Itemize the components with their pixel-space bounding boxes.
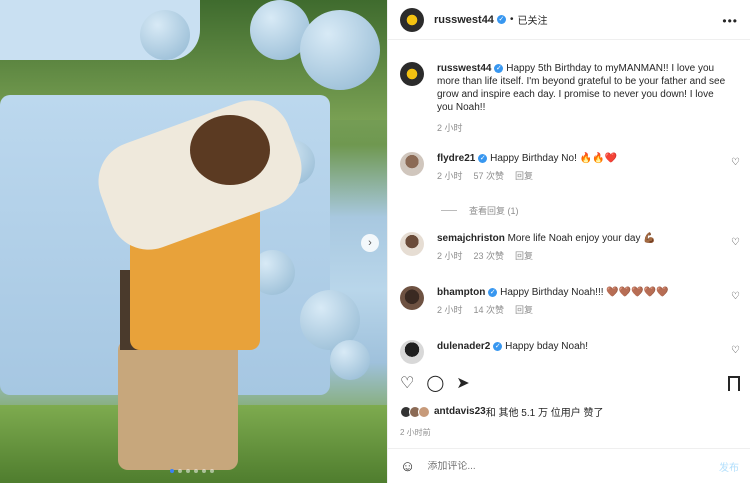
comment-text: More life Noah enjoy your day 💪🏾: [507, 233, 656, 244]
comment-text: Happy Birthday Noah!!! 🤎🤎🤎🤎🤎: [500, 287, 669, 298]
liker-avatars[interactable]: [400, 405, 430, 418]
comment-item: bhampton ✓ Happy Birthday Noah!!! 🤎🤎🤎🤎🤎 2…: [400, 286, 740, 326]
balloon: [140, 10, 190, 60]
comment-time[interactable]: 2 小时: [437, 304, 463, 317]
more-icon[interactable]: •••: [722, 14, 738, 28]
comment-body: semajchriston More life Noah enjoy your …: [437, 232, 727, 263]
comment-username[interactable]: flydre21: [437, 153, 475, 164]
carousel-dot: [178, 469, 182, 473]
balloon: [330, 340, 370, 380]
comment-item: dulenader2 ✓ Happy bday Noah! ♡: [400, 340, 740, 364]
post-button[interactable]: 发布: [719, 459, 739, 474]
comment-text: Happy Birthday No! 🔥🔥❤️: [490, 153, 617, 164]
avatar[interactable]: [400, 152, 424, 176]
post-actions: ♡ ◯ ➤: [400, 374, 740, 394]
carousel-next-button[interactable]: ›: [361, 234, 379, 252]
header-username[interactable]: russwest44: [434, 14, 494, 26]
heart-icon[interactable]: ♡: [731, 237, 740, 248]
liker-username[interactable]: antdavis23: [434, 406, 486, 417]
carousel-dot: [194, 469, 198, 473]
caption-body: russwest44 ✓ Happy 5th Birthday to myMANM…: [437, 62, 727, 135]
heart-icon[interactable]: ♡: [731, 157, 740, 168]
comment-icon[interactable]: ◯: [426, 376, 444, 392]
comment-text: Happy bday Noah!: [505, 341, 588, 352]
likes-text[interactable]: 和 其他 5.1 万 位用户 赞了: [486, 404, 604, 419]
share-icon[interactable]: ➤: [456, 376, 469, 392]
carousel-dot: [202, 469, 206, 473]
post-photo[interactable]: ›: [0, 0, 387, 483]
carousel-dot: [186, 469, 190, 473]
comment-time[interactable]: 2 小时: [437, 170, 463, 183]
post-details-panel: russwest44 ✓ • 已关注 ••• russwest44 ✓ Happy…: [387, 0, 750, 483]
comment-likes[interactable]: 23 次赞: [474, 250, 505, 263]
view-replies[interactable]: 查看回复 (1): [441, 204, 519, 217]
comment-item: semajchriston More life Noah enjoy your …: [400, 232, 740, 272]
caption-time[interactable]: 2 小时: [437, 122, 463, 135]
bookmark-icon[interactable]: [728, 376, 740, 391]
comment-body: dulenader2 ✓ Happy bday Noah!: [437, 340, 727, 353]
carousel-dots: [170, 469, 214, 473]
heart-icon[interactable]: ♡: [731, 345, 740, 356]
heart-icon[interactable]: ♡: [731, 291, 740, 302]
post-viewer: › russwest44 ✓ • 已关注 ••• russwest44 ✓ Hap…: [0, 0, 750, 483]
comment-likes[interactable]: 57 次赞: [474, 170, 505, 183]
comment-composer: ☺ 发布: [388, 448, 750, 483]
likes-summary: antdavis23 和 其他 5.1 万 位用户 赞了: [400, 404, 604, 419]
comment-reply-button[interactable]: 回复: [515, 304, 533, 317]
avatar[interactable]: [400, 232, 424, 256]
post-header: russwest44 ✓ • 已关注 •••: [388, 0, 750, 40]
comment-time[interactable]: 2 小时: [437, 250, 463, 263]
follow-status-button[interactable]: 已关注: [517, 12, 547, 27]
balloon: [300, 10, 380, 90]
verified-icon: ✓: [488, 287, 498, 297]
photo-person-shorts: [118, 340, 238, 470]
carousel-dot: [210, 469, 214, 473]
carousel-dot-active: [170, 469, 174, 473]
avatar[interactable]: [400, 340, 424, 364]
comment-username[interactable]: dulenader2: [437, 341, 490, 352]
avatar[interactable]: [400, 286, 424, 310]
comment-input[interactable]: [427, 460, 719, 472]
comment-username[interactable]: bhampton: [437, 287, 485, 298]
header-separator: •: [509, 14, 514, 25]
emoji-icon[interactable]: ☺: [400, 458, 415, 475]
comment-username[interactable]: semajchriston: [437, 233, 505, 244]
photo-person-head: [190, 115, 270, 185]
comment-body: bhampton ✓ Happy Birthday Noah!!! 🤎🤎🤎🤎🤎 2…: [437, 286, 727, 317]
verified-icon: ✓: [496, 15, 506, 24]
caption-username[interactable]: russwest44: [437, 63, 491, 74]
verified-icon: ✓: [494, 63, 504, 73]
heart-icon[interactable]: ♡: [400, 376, 414, 392]
comment-likes[interactable]: 14 次赞: [474, 304, 505, 317]
avatar[interactable]: [400, 7, 424, 32]
comment-item: flydre21 ✓ Happy Birthday No! 🔥🔥❤️ 2 小时 5…: [400, 152, 740, 192]
verified-icon: ✓: [493, 341, 503, 351]
avatar[interactable]: [400, 62, 424, 86]
divider: [441, 210, 457, 211]
caption: russwest44 ✓ Happy 5th Birthday to myMANM…: [400, 62, 740, 142]
comment-reply-button[interactable]: 回复: [515, 250, 533, 263]
comment-reply-button[interactable]: 回复: [515, 170, 533, 183]
comment-body: flydre21 ✓ Happy Birthday No! 🔥🔥❤️ 2 小时 5…: [437, 152, 727, 183]
verified-icon: ✓: [478, 153, 488, 163]
view-replies-label[interactable]: 查看回复 (1): [469, 204, 519, 217]
post-timestamp[interactable]: 2 小时前: [400, 427, 431, 438]
